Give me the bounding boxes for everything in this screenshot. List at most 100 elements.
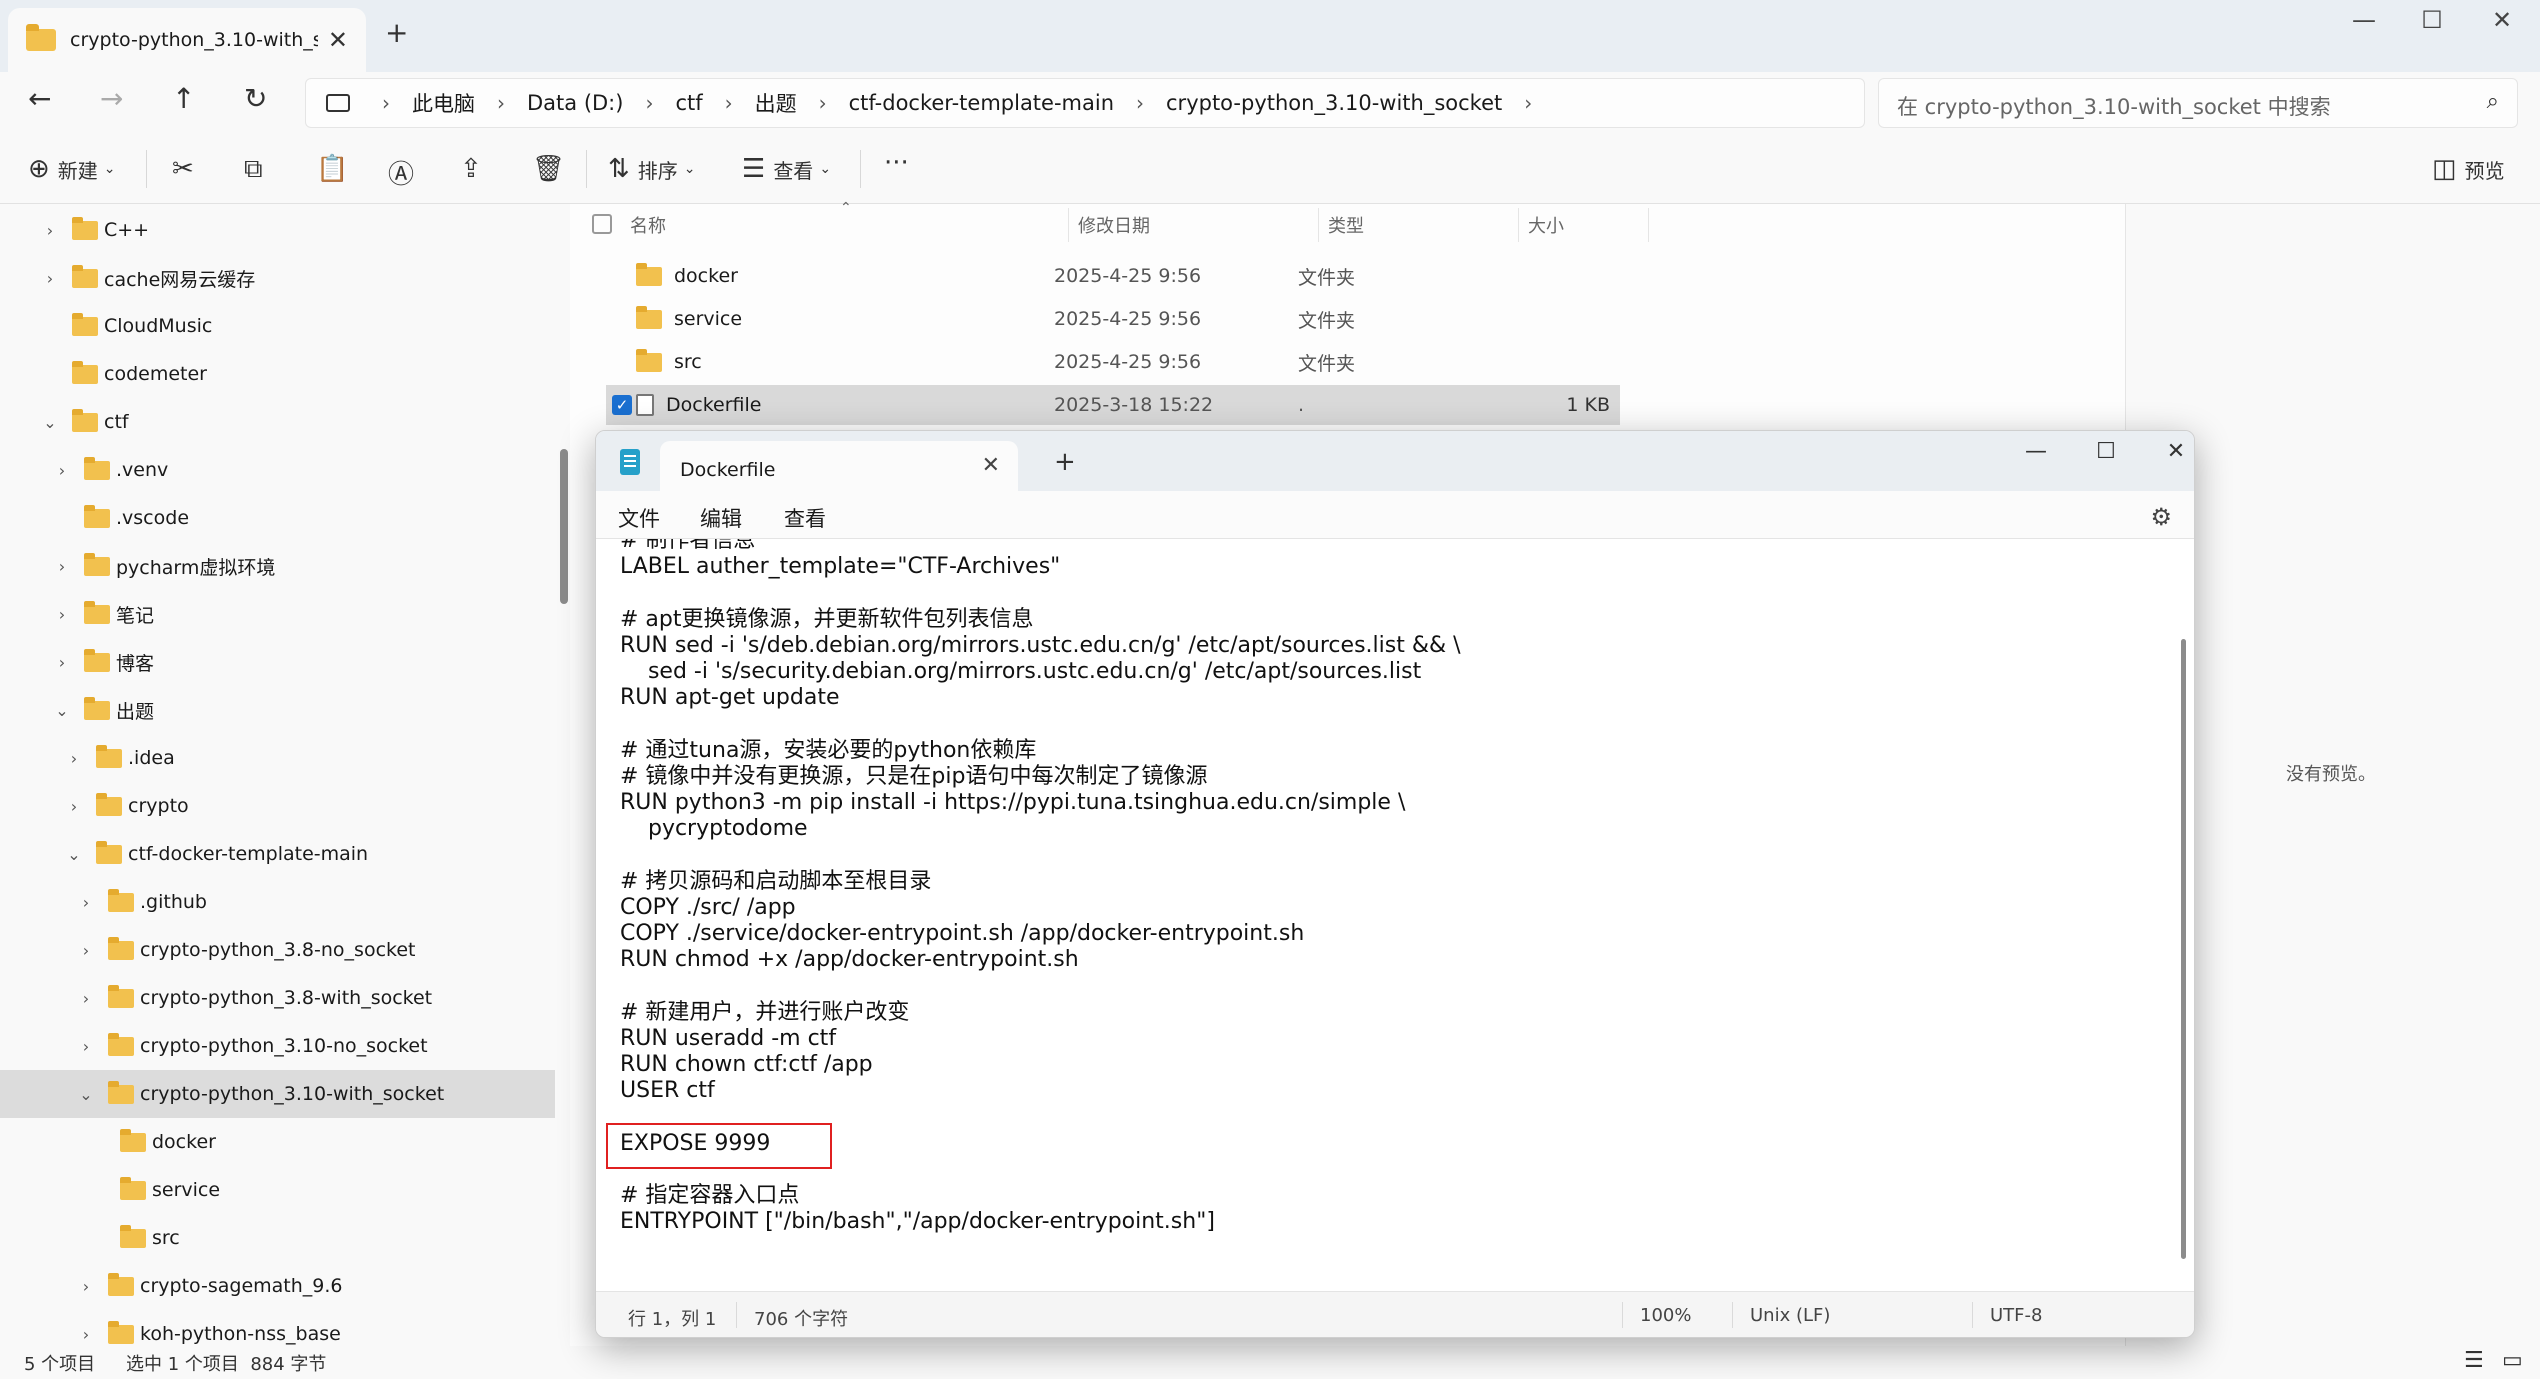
chevron-right-icon[interactable]: ›: [64, 749, 84, 768]
sidebar-item[interactable]: ⌄ ctf-docker-template-main: [0, 830, 555, 878]
sidebar-item[interactable]: ⌄ crypto-python_3.10-with_socket: [0, 1070, 555, 1118]
breadcrumb-item[interactable]: 出题: [755, 88, 797, 118]
menu-edit[interactable]: 编辑: [700, 503, 742, 533]
sidebar-item[interactable]: › crypto-python_3.10-no_socket: [0, 1022, 555, 1070]
chevron-right-icon[interactable]: ›: [52, 461, 72, 480]
sidebar-item[interactable]: › cache网易云缓存: [0, 254, 555, 302]
refresh-icon[interactable]: ↻: [244, 82, 267, 115]
sidebar-item[interactable]: › C++: [0, 206, 555, 254]
breadcrumb-item[interactable]: crypto-python_3.10-with_socket: [1166, 91, 1502, 115]
copy-button[interactable]: ⧉: [244, 154, 271, 185]
sidebar-item[interactable]: › .venv: [0, 446, 555, 494]
chevron-right-icon[interactable]: ›: [382, 91, 390, 115]
notepad-maximize-button[interactable]: ☐: [2086, 439, 2126, 464]
sidebar-item[interactable]: › .idea: [0, 734, 555, 782]
chevron-right-icon[interactable]: ›: [76, 1277, 96, 1296]
chevron-right-icon[interactable]: ›: [76, 1325, 96, 1344]
chevron-right-icon[interactable]: ›: [76, 941, 96, 960]
chevron-right-icon[interactable]: ›: [725, 91, 733, 115]
chevron-right-icon[interactable]: ›: [52, 557, 72, 576]
preview-pane-button[interactable]: ◫ 预览: [2432, 154, 2505, 184]
breadcrumb[interactable]: › 此电脑 › Data (D:) › ctf › 出题 › ctf-docke…: [305, 78, 1865, 128]
select-all-checkbox[interactable]: [592, 214, 612, 234]
close-tab-icon[interactable]: ✕: [982, 453, 1000, 478]
sidebar-item[interactable]: ⌄ ctf: [0, 398, 555, 446]
sidebar-item[interactable]: src: [0, 1214, 555, 1262]
sidebar-item[interactable]: service: [0, 1166, 555, 1214]
new-button[interactable]: ⊕ 新建 ⌄: [28, 154, 116, 184]
share-button[interactable]: ⇪: [460, 154, 490, 184]
sidebar-item[interactable]: › 笔记: [0, 590, 555, 638]
settings-gear-icon[interactable]: ⚙: [2150, 503, 2172, 531]
sidebar-item[interactable]: › crypto: [0, 782, 555, 830]
chevron-down-icon[interactable]: ⌄: [52, 701, 72, 720]
column-date[interactable]: 修改日期: [1078, 212, 1150, 238]
close-tab-icon[interactable]: ✕: [328, 26, 348, 54]
chevron-down-icon[interactable]: ⌄: [64, 845, 84, 864]
sidebar-item[interactable]: › crypto-python_3.8-with_socket: [0, 974, 555, 1022]
zoom-level[interactable]: 100%: [1640, 1305, 1691, 1326]
sort-button[interactable]: ⇅ 排序 ⌄: [608, 154, 696, 184]
file-row[interactable]: ✓ Dockerfile 2025-3-18 15:22. 1 KB: [606, 385, 1620, 425]
menu-file[interactable]: 文件: [618, 503, 660, 533]
sidebar-item[interactable]: › crypto-python_3.8-no_socket: [0, 926, 555, 974]
column-type[interactable]: 类型: [1328, 212, 1364, 238]
chevron-right-icon[interactable]: ›: [40, 269, 60, 288]
notepad-close-button[interactable]: ✕: [2156, 439, 2194, 464]
sidebar-item[interactable]: CloudMusic: [0, 302, 555, 350]
chevron-right-icon[interactable]: ›: [645, 91, 653, 115]
breadcrumb-item[interactable]: Data (D:): [527, 91, 623, 115]
column-divider[interactable]: [1318, 208, 1319, 242]
chevron-right-icon[interactable]: ›: [76, 893, 96, 912]
text-editor[interactable]: # 制作者信息 LABEL auther_template="CTF-Archiv…: [596, 539, 2194, 1291]
chevron-right-icon[interactable]: ›: [76, 989, 96, 1008]
chevron-right-icon[interactable]: ›: [64, 797, 84, 816]
up-arrow-icon[interactable]: ↑: [172, 82, 195, 115]
maximize-button[interactable]: ☐: [2402, 6, 2462, 34]
more-options-button[interactable]: ···: [884, 148, 909, 178]
chevron-right-icon[interactable]: ›: [1136, 91, 1144, 115]
sidebar-item[interactable]: › koh-python-nss_base: [0, 1310, 555, 1346]
file-row[interactable]: src 2025-4-25 9:56 文件夹: [606, 342, 1620, 382]
rename-button[interactable]: Ⓐ: [388, 154, 422, 191]
back-arrow-icon[interactable]: ←: [28, 82, 51, 115]
row-checkbox[interactable]: ✓: [612, 395, 632, 415]
sidebar-scrollbar[interactable]: [560, 449, 568, 604]
chevron-right-icon[interactable]: ›: [52, 653, 72, 672]
breadcrumb-item[interactable]: ctf: [675, 91, 702, 115]
minimize-button[interactable]: —: [2334, 6, 2394, 34]
chevron-down-icon[interactable]: ⌄: [40, 413, 60, 432]
breadcrumb-item[interactable]: ctf-docker-template-main: [849, 91, 1114, 115]
tiles-view-icon[interactable]: ▭: [2502, 1348, 2523, 1373]
file-row[interactable]: service 2025-4-25 9:56 文件夹: [606, 299, 1620, 339]
sidebar-item[interactable]: › crypto-sagemath_9.6: [0, 1262, 555, 1310]
sidebar-item[interactable]: › pycharm虚拟环境: [0, 542, 555, 590]
chevron-right-icon[interactable]: ›: [819, 91, 827, 115]
column-divider[interactable]: [1518, 208, 1519, 242]
column-divider[interactable]: [1068, 208, 1069, 242]
new-tab-button[interactable]: +: [1054, 447, 1076, 477]
sidebar-item[interactable]: docker: [0, 1118, 555, 1166]
forward-arrow-icon[interactable]: →: [100, 82, 123, 115]
column-divider[interactable]: [1648, 208, 1649, 242]
sidebar-item[interactable]: › .github: [0, 878, 555, 926]
encoding[interactable]: UTF-8: [1990, 1305, 2042, 1326]
editor-scrollbar[interactable]: [2181, 639, 2186, 1259]
sidebar-item[interactable]: ⌄ 出题: [0, 686, 555, 734]
search-input[interactable]: 在 crypto-python_3.10-with_socket 中搜索 ⌕: [1878, 78, 2518, 128]
chevron-right-icon[interactable]: ›: [76, 1037, 96, 1056]
chevron-right-icon[interactable]: ›: [52, 605, 72, 624]
line-ending[interactable]: Unix (LF): [1750, 1305, 1830, 1326]
delete-button[interactable]: 🗑: [532, 154, 573, 184]
file-row[interactable]: docker 2025-4-25 9:56 文件夹: [606, 256, 1620, 296]
details-view-icon[interactable]: ☰: [2464, 1348, 2484, 1373]
sidebar-item[interactable]: .vscode: [0, 494, 555, 542]
view-button[interactable]: ☰ 查看 ⌄: [742, 154, 831, 184]
close-window-button[interactable]: ✕: [2472, 6, 2532, 34]
new-tab-button[interactable]: +: [385, 16, 408, 49]
sidebar-item[interactable]: codemeter: [0, 350, 555, 398]
breadcrumb-item[interactable]: 此电脑: [412, 88, 475, 118]
column-size[interactable]: 大小: [1528, 212, 1564, 238]
notepad-minimize-button[interactable]: —: [2016, 439, 2056, 464]
menu-view[interactable]: 查看: [784, 503, 826, 533]
